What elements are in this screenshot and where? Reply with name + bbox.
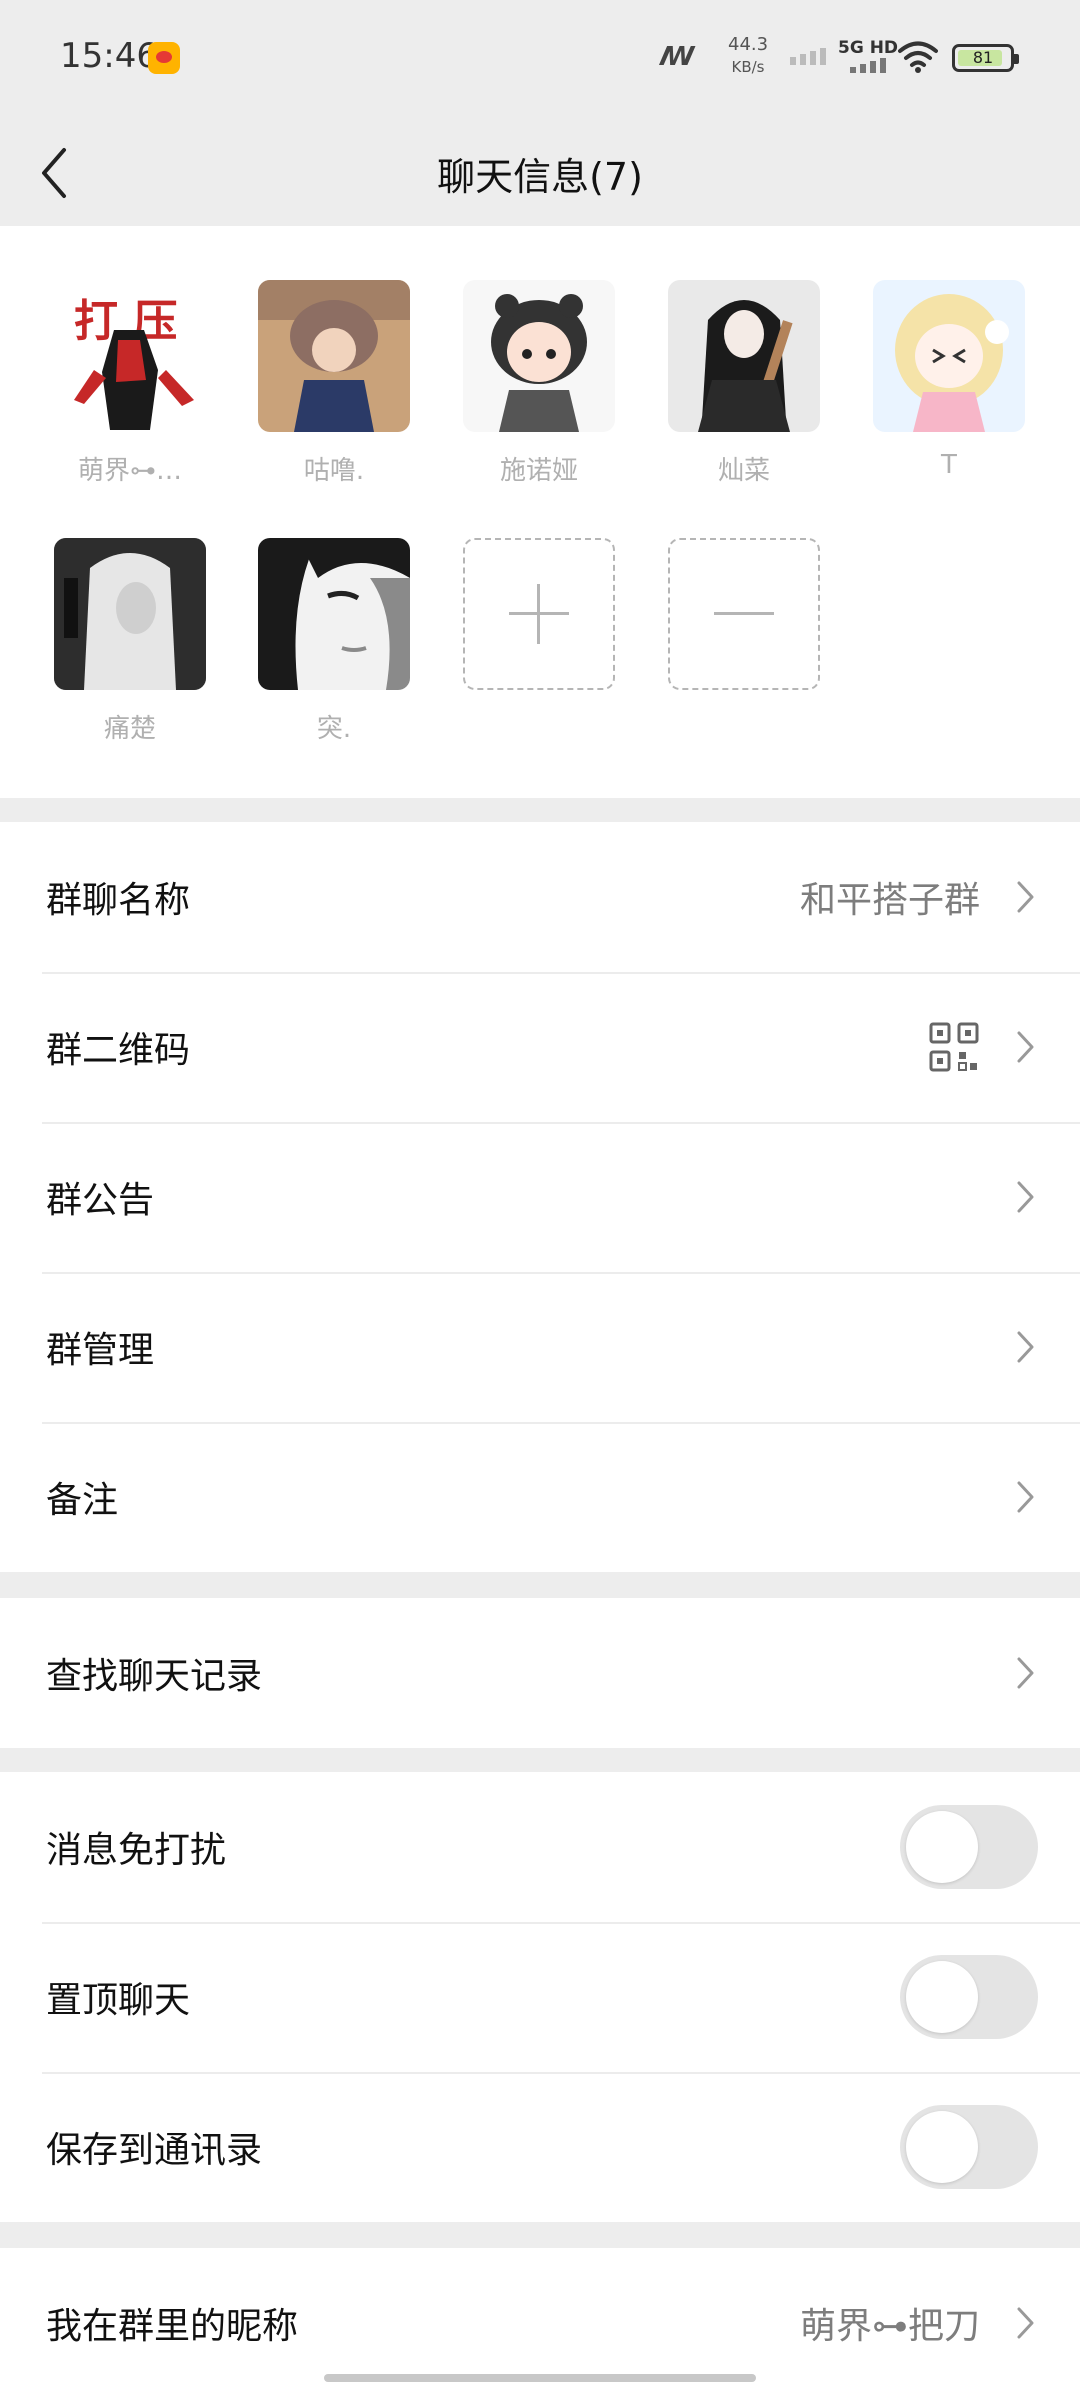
member-item[interactable]: 施诺娅	[463, 280, 615, 487]
mute-notifications-row: 消息免打扰	[0, 1772, 1080, 1922]
avatar	[463, 280, 615, 432]
chevron-right-icon	[1017, 1031, 1034, 1063]
member-grid: 打 压 萌界⊶… 咕噜. 施诺娅 灿菜 T 痛楚 突.	[0, 226, 1080, 798]
qr-code-icon	[929, 1022, 979, 1072]
member-item[interactable]: 灿菜	[668, 280, 820, 487]
wifi-icon	[898, 41, 938, 73]
group-remark-row[interactable]: 备注	[0, 1422, 1080, 1572]
member-name: 灿菜	[717, 456, 770, 486]
row-label: 群二维码	[46, 1030, 191, 1071]
remove-member-button[interactable]	[668, 538, 820, 690]
avatar	[54, 538, 206, 690]
row-label: 保存到通讯录	[46, 2130, 263, 2171]
row-label: 群聊名称	[46, 880, 191, 921]
status-time: 15:46	[60, 36, 158, 76]
row-label: 群公告	[46, 1180, 155, 1221]
row-label: 群管理	[46, 1330, 155, 1371]
member-item[interactable]: 痛楚	[54, 538, 206, 745]
add-member-button[interactable]	[463, 538, 615, 690]
status-bar: 15:46 ꟿ 44.3 KB/s 5G HD 81	[0, 0, 1080, 120]
page-title: 聊天信息(7)	[437, 155, 643, 199]
member-name: 突.	[316, 714, 352, 744]
net-speed-value: 44.3	[728, 34, 769, 55]
group-announcement-row[interactable]: 群公告	[0, 1122, 1080, 1272]
chevron-right-icon	[1017, 1657, 1034, 1689]
chevron-right-icon	[1017, 1181, 1034, 1213]
search-chat-history-row[interactable]: 查找聊天记录	[0, 1598, 1080, 1748]
chevron-right-icon	[1017, 881, 1034, 913]
battery-level: 81	[972, 48, 994, 67]
avatar	[873, 280, 1025, 432]
home-indicator[interactable]	[324, 2374, 756, 2382]
member-name: 萌界⊶…	[77, 456, 182, 486]
row-label: 置顶聊天	[46, 1980, 191, 2021]
settings-group-search: 查找聊天记录	[0, 1598, 1080, 1748]
member-item[interactable]: 打 压 萌界⊶…	[54, 280, 206, 487]
net-speed-unit: KB/s	[731, 58, 765, 76]
member-name: T	[941, 450, 957, 480]
signal-icon	[850, 58, 886, 73]
member-name: 咕噜.	[303, 456, 365, 486]
avatar	[258, 538, 410, 690]
row-label: 我在群里的昵称	[46, 2306, 299, 2347]
member-item[interactable]: 突.	[258, 538, 410, 745]
my-group-nickname-value: 萌界⊶把刀	[799, 2306, 980, 2347]
save-to-contacts-toggle[interactable]	[900, 2105, 1038, 2189]
member-item[interactable]: T	[873, 280, 1025, 480]
avatar	[668, 280, 820, 432]
weibo-icon	[148, 42, 180, 74]
row-label: 备注	[46, 1480, 119, 1521]
minus-icon	[668, 538, 820, 690]
group-management-row[interactable]: 群管理	[0, 1272, 1080, 1422]
settings-group-info: 群聊名称 和平搭子群 群二维码 群公告 群管理 备注	[0, 822, 1080, 1572]
network-type: 5G HD	[838, 38, 899, 58]
settings-group-toggles: 消息免打扰 置顶聊天 保存到通讯录	[0, 1772, 1080, 2222]
avatar: 打 压	[54, 280, 206, 432]
chevron-right-icon	[1017, 2307, 1034, 2339]
plus-icon	[463, 538, 615, 690]
chevron-right-icon	[1017, 1481, 1034, 1513]
operator-logo-icon: ꟿ	[660, 42, 695, 72]
pin-chat-toggle[interactable]	[900, 1955, 1038, 2039]
pin-chat-row: 置顶聊天	[0, 1922, 1080, 2072]
group-qrcode-row[interactable]: 群二维码	[0, 972, 1080, 1122]
signal-icon	[790, 48, 826, 65]
mute-notifications-toggle[interactable]	[900, 1805, 1038, 1889]
save-to-contacts-row: 保存到通讯录	[0, 2072, 1080, 2222]
chevron-right-icon	[1017, 1331, 1034, 1363]
navigation-bar: 聊天信息(7)	[0, 120, 1080, 226]
row-label: 消息免打扰	[46, 1830, 227, 1871]
row-label: 查找聊天记录	[46, 1656, 263, 1697]
net-speed: 44.3 KB/s	[728, 34, 768, 78]
member-name: 施诺娅	[499, 456, 578, 486]
member-name: 痛楚	[103, 714, 156, 744]
battery-icon: 81	[952, 44, 1019, 72]
group-name-value: 和平搭子群	[799, 880, 980, 921]
group-name-row[interactable]: 群聊名称 和平搭子群	[0, 822, 1080, 972]
avatar	[258, 280, 410, 432]
member-item[interactable]: 咕噜.	[258, 280, 410, 487]
